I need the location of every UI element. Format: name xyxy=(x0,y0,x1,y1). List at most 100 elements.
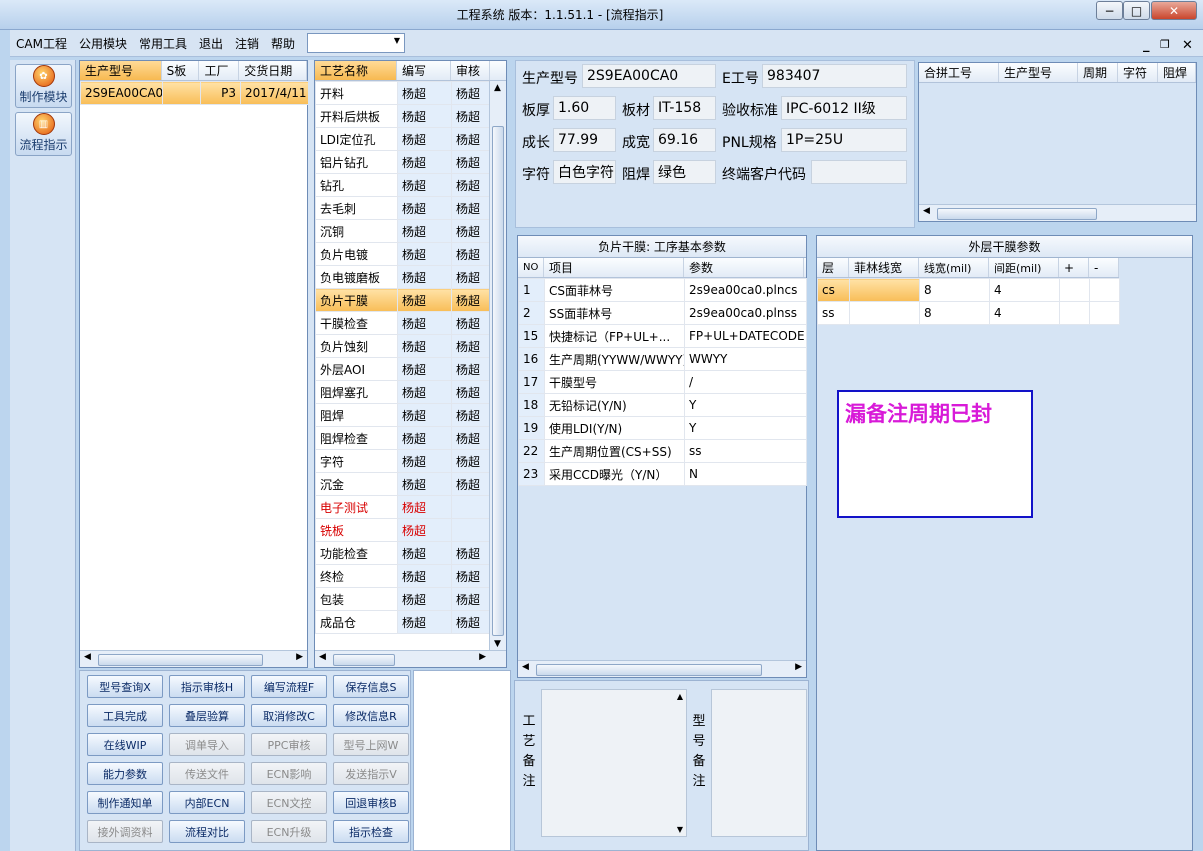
table-row[interactable]: 沉铜 杨超 杨超 xyxy=(315,219,491,243)
scroll-left-icon[interactable]: ◀ xyxy=(522,662,529,672)
params-col-value[interactable]: 参数 xyxy=(684,258,804,277)
combine-hscroll[interactable]: ◀ xyxy=(919,204,1196,221)
mdi-close[interactable]: ✕ xyxy=(1182,38,1193,53)
table-row[interactable]: 1 CS面菲林号 2s9ea00ca0.plncs xyxy=(518,278,807,302)
table-row[interactable]: 阻焊塞孔 杨超 杨超 xyxy=(315,380,491,404)
action-button[interactable]: 叠层验算 xyxy=(169,704,245,727)
table-row[interactable]: 16 生产周期(YYWW/WWYY) WWYY xyxy=(518,347,807,371)
table-row[interactable]: 铝片钻孔 杨超 杨超 xyxy=(315,150,491,174)
action-button[interactable]: 调单导入 xyxy=(169,733,245,756)
action-button[interactable]: 型号查询X xyxy=(87,675,163,698)
scroll-left-icon[interactable]: ◀ xyxy=(84,652,91,662)
action-button[interactable]: 在线WIP xyxy=(87,733,163,756)
action-button[interactable]: 流程对比 xyxy=(169,820,245,843)
menu-help[interactable]: 帮助 xyxy=(265,35,301,52)
scroll-thumb[interactable] xyxy=(492,126,504,636)
orders-hscroll[interactable]: ◀ ▶ xyxy=(80,650,307,667)
table-row[interactable]: 电子测试 杨超 xyxy=(315,495,491,519)
action-button[interactable]: 保存信息S xyxy=(333,675,409,698)
outer-col-layer[interactable]: 层 xyxy=(817,258,849,277)
action-button[interactable]: 回退审核B xyxy=(333,791,409,814)
action-button[interactable]: 型号上网W xyxy=(333,733,409,756)
process-hscroll[interactable]: ◀ ▶ xyxy=(315,650,506,667)
action-button[interactable]: 编写流程F xyxy=(251,675,327,698)
table-row[interactable]: 开料 杨超 杨超 xyxy=(315,81,491,105)
table-row[interactable]: 17 干膜型号 / xyxy=(518,370,807,394)
scroll-right-icon[interactable]: ▶ xyxy=(479,652,486,662)
table-row[interactable]: 沉金 杨超 杨超 xyxy=(315,472,491,496)
action-button[interactable]: 取消修改C xyxy=(251,704,327,727)
process-remark-textarea[interactable]: ▲ ▼ xyxy=(541,689,687,837)
menu-exit[interactable]: 退出 xyxy=(193,35,229,52)
table-row[interactable]: 18 无铅标记(Y/N) Y xyxy=(518,393,807,417)
outer-col-film[interactable]: 菲林线宽 xyxy=(849,258,919,277)
action-button[interactable]: 指示审核H xyxy=(169,675,245,698)
mdi-restore[interactable]: ❐ xyxy=(1160,38,1170,52)
action-button[interactable]: 传送文件 xyxy=(169,762,245,785)
table-row[interactable]: 终检 杨超 杨超 xyxy=(315,564,491,588)
table-row[interactable]: 负片干膜 杨超 杨超 xyxy=(315,288,491,312)
table-row[interactable]: 铣板 杨超 xyxy=(315,518,491,542)
flow-guide-button[interactable]: ▥ 流程指示 xyxy=(15,112,72,156)
scroll-left-icon[interactable]: ◀ xyxy=(923,206,930,216)
table-row[interactable]: 2 SS面菲林号 2s9ea00ca0.plnss xyxy=(518,301,807,325)
action-button[interactable]: 发送指示V xyxy=(333,762,409,785)
action-button[interactable]: 工具完成 xyxy=(87,704,163,727)
scroll-up-icon[interactable]: ▲ xyxy=(494,83,501,93)
table-row[interactable]: 成品仓 杨超 杨超 xyxy=(315,610,491,634)
outer-col-minus[interactable]: - xyxy=(1089,258,1119,277)
action-button[interactable]: 内部ECN xyxy=(169,791,245,814)
combine-col-mask[interactable]: 阻焊 xyxy=(1158,63,1196,82)
params-hscroll[interactable]: ◀ ▶ xyxy=(518,660,806,677)
table-row[interactable]: 干膜检查 杨超 杨超 xyxy=(315,311,491,335)
table-row[interactable]: 阻焊 杨超 杨超 xyxy=(315,403,491,427)
outer-col-width[interactable]: 线宽(mil) xyxy=(919,258,989,277)
table-row[interactable]: LDI定位孔 杨超 杨超 xyxy=(315,127,491,151)
orders-col-date[interactable]: 交货日期 xyxy=(239,61,307,80)
menu-tools[interactable]: 常用工具 xyxy=(133,35,193,52)
table-row[interactable]: 2S9EA00CA0 P3 2017/4/11 xyxy=(80,81,309,105)
combine-col-model[interactable]: 生产型号 xyxy=(999,63,1078,82)
minimize-button[interactable]: − xyxy=(1096,1,1123,20)
menu-common-module[interactable]: 公用模块 xyxy=(73,35,133,52)
table-row[interactable]: 23 采用CCD曝光（Y/N） N xyxy=(518,462,807,486)
combine-col-char[interactable]: 字符 xyxy=(1118,63,1158,82)
params-col-no[interactable]: NO xyxy=(518,258,544,277)
table-row[interactable]: 外层AOI 杨超 杨超 xyxy=(315,357,491,381)
orders-col-model[interactable]: 生产型号 xyxy=(80,61,162,80)
scroll-thumb[interactable] xyxy=(98,654,263,666)
action-button[interactable]: 修改信息R xyxy=(333,704,409,727)
orders-col-s[interactable]: S板 xyxy=(162,61,200,80)
scroll-right-icon[interactable]: ▶ xyxy=(795,662,802,672)
mdi-minimize[interactable]: _ xyxy=(1143,38,1150,53)
action-button[interactable]: 接外调资料 xyxy=(87,820,163,843)
outer-col-space[interactable]: 间距(mil) xyxy=(989,258,1059,277)
table-row[interactable]: 负电镀磨板 杨超 杨超 xyxy=(315,265,491,289)
table-row[interactable]: 22 生产周期位置(CS+SS) ss xyxy=(518,439,807,463)
table-row[interactable]: 钻孔 杨超 杨超 xyxy=(315,173,491,197)
action-button[interactable]: ECN文控 xyxy=(251,791,327,814)
process-col-name[interactable]: 工艺名称 xyxy=(315,61,397,80)
table-row[interactable]: 功能检查 杨超 杨超 xyxy=(315,541,491,565)
table-row[interactable]: 负片电镀 杨超 杨超 xyxy=(315,242,491,266)
table-row[interactable]: 19 使用LDI(Y/N) Y xyxy=(518,416,807,440)
params-col-item[interactable]: 项目 xyxy=(544,258,684,277)
menu-logout[interactable]: 注销 xyxy=(229,35,265,52)
table-row[interactable]: 开料后烘板 杨超 杨超 xyxy=(315,104,491,128)
make-module-button[interactable]: ✿ 制作模块 xyxy=(15,64,72,108)
table-row[interactable]: 负片蚀刻 杨超 杨超 xyxy=(315,334,491,358)
table-row[interactable]: cs 8 4 xyxy=(817,278,1120,302)
action-button[interactable]: 指示检查 xyxy=(333,820,409,843)
table-row[interactable]: 包装 杨超 杨超 xyxy=(315,587,491,611)
menu-cam[interactable]: CAM工程 xyxy=(10,35,73,52)
action-button[interactable]: PPC审核 xyxy=(251,733,327,756)
outer-col-plus[interactable]: + xyxy=(1059,258,1089,277)
combine-col-cycle[interactable]: 周期 xyxy=(1078,63,1118,82)
table-row[interactable]: 15 快捷标记（FP+UL+... FP+UL+DATECODE xyxy=(518,324,807,348)
menu-combo[interactable]: ▼ xyxy=(307,33,406,53)
table-row[interactable]: ss 8 4 xyxy=(817,301,1120,325)
close-button[interactable]: ✕ xyxy=(1151,1,1197,20)
process-vscroll[interactable]: ▲ ▼ xyxy=(489,81,506,651)
scroll-thumb[interactable] xyxy=(937,208,1097,220)
table-row[interactable]: 去毛刺 杨超 杨超 xyxy=(315,196,491,220)
